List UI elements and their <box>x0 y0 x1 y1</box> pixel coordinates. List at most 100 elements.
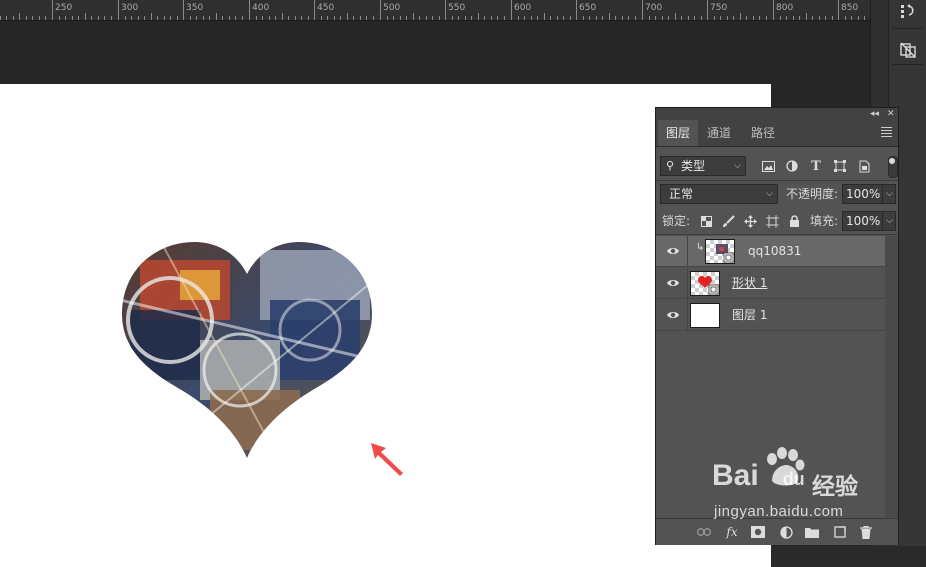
ruler-minor-tick <box>799 16 800 20</box>
ruler-minor-tick <box>177 16 178 20</box>
tab-paths[interactable]: 路径 <box>744 120 782 146</box>
lock-position-icon[interactable] <box>742 213 758 229</box>
filter-shape-icon[interactable] <box>832 158 848 174</box>
opacity-field[interactable]: 100% ⌵ <box>842 184 896 204</box>
ruler-minor-tick <box>413 13 414 20</box>
blend-mode-select[interactable]: 正常 ⌵ <box>660 184 778 204</box>
filter-type-icon[interactable]: T <box>808 158 824 174</box>
ruler-minor-tick <box>733 16 734 20</box>
layer-row-qq10831[interactable]: ↳ qq10831 <box>656 236 885 267</box>
ruler-major-tick <box>445 0 446 20</box>
ruler-tick-label: 500 <box>383 3 401 13</box>
ruler-minor-tick <box>491 16 492 20</box>
fill-field[interactable]: 100% ⌵ <box>842 211 896 231</box>
lock-image-pixels-icon[interactable] <box>720 213 736 229</box>
ruler-minor-tick <box>19 13 20 20</box>
layer-row-shape-1[interactable]: 形状 1 <box>656 268 885 299</box>
filter-toggle-switch[interactable] <box>888 156 898 178</box>
ruler-minor-tick <box>602 16 603 20</box>
ruler-minor-tick <box>387 16 388 20</box>
lock-transparent-pixels-icon[interactable] <box>698 213 714 229</box>
ruler-minor-tick <box>0 16 1 20</box>
ruler-minor-tick <box>144 16 145 20</box>
filter-pixel-icon[interactable] <box>760 158 776 174</box>
baidu-jingyan-watermark: Bai du 经验 jingyan.baidu.com <box>708 447 888 527</box>
layer-name[interactable]: qq10831 <box>748 236 801 267</box>
ruler-minor-tick <box>32 16 33 20</box>
ruler-minor-tick <box>497 16 498 20</box>
tab-channels[interactable]: 通道 <box>700 120 738 146</box>
ruler-minor-tick <box>563 16 564 20</box>
ruler-minor-tick <box>832 16 833 20</box>
ruler-minor-tick <box>340 16 341 20</box>
fill-value: 100% <box>846 214 881 228</box>
ruler-minor-tick <box>759 16 760 20</box>
panel-tabs: 图层 通道 路径 <box>656 120 898 147</box>
layer-row-layer-1[interactable]: 图层 1 <box>656 300 885 331</box>
ruler-minor-tick <box>812 16 813 20</box>
history-panel-button[interactable] <box>895 0 921 24</box>
panel-menu-icon[interactable] <box>881 127 892 139</box>
ruler-minor-tick <box>373 16 374 20</box>
properties-icon <box>900 42 916 58</box>
eye-icon[interactable] <box>666 244 680 258</box>
watermark-brand-du: du <box>782 469 805 489</box>
filter-smart-object-icon[interactable] <box>856 158 872 174</box>
chevron-down-icon: ⌵ <box>766 189 773 199</box>
layer-filter-kind-select[interactable]: ⚲ 类型 ⌵ <box>660 156 746 176</box>
ruler-minor-tick <box>694 16 695 20</box>
layer-name[interactable]: 形状 1 <box>732 268 767 299</box>
layer-name[interactable]: 图层 1 <box>732 300 767 331</box>
ruler-major-tick <box>380 0 381 20</box>
ruler-minor-tick <box>151 13 152 20</box>
strip-separator <box>893 64 923 65</box>
ruler-tick-label: 700 <box>645 3 663 13</box>
ruler-minor-tick <box>6 16 7 20</box>
ruler-tick-label: 850 <box>841 3 859 13</box>
ruler-tick-label: 550 <box>448 3 466 13</box>
ruler-minor-tick <box>216 13 217 20</box>
ruler-minor-tick <box>596 16 597 20</box>
ruler-minor-tick <box>478 13 479 20</box>
watermark-brand-cn: 经验 <box>812 474 858 500</box>
filter-adjustment-icon[interactable] <box>784 158 800 174</box>
ruler-minor-tick <box>537 16 538 20</box>
eye-icon[interactable] <box>666 308 680 322</box>
ruler-minor-tick <box>269 16 270 20</box>
ruler-minor-tick <box>471 16 472 20</box>
ruler-minor-tick <box>111 16 112 20</box>
ruler-minor-tick <box>157 16 158 20</box>
ruler-tick-label: 750 <box>710 3 728 13</box>
ruler-minor-tick <box>360 16 361 20</box>
ruler-minor-tick <box>353 16 354 20</box>
ruler-minor-tick <box>714 16 715 20</box>
ruler-minor-tick <box>780 16 781 20</box>
ruler-major-tick <box>511 0 512 20</box>
ruler-minor-tick <box>570 16 571 20</box>
ruler-minor-tick <box>615 16 616 20</box>
opacity-label: 不透明度: <box>786 187 839 201</box>
ruler-minor-tick <box>78 16 79 20</box>
ruler-minor-tick <box>282 13 283 20</box>
ruler-minor-tick <box>347 13 348 20</box>
ruler-minor-tick <box>275 16 276 20</box>
ruler-minor-tick <box>59 16 60 20</box>
ruler-minor-tick <box>825 16 826 20</box>
lock-all-icon[interactable] <box>786 213 802 229</box>
ruler-tick-label: 450 <box>317 3 335 13</box>
visibility-column-separator <box>687 268 688 299</box>
ruler-minor-tick <box>518 16 519 20</box>
properties-panel-button[interactable] <box>895 38 921 62</box>
lock-artboard-icon[interactable] <box>764 213 780 229</box>
ruler-minor-tick <box>288 16 289 20</box>
annotation-arrow-icon <box>371 443 403 476</box>
collapse-panel-icon[interactable]: ◂◂ <box>870 108 879 120</box>
tab-layers[interactable]: 图层 <box>658 120 698 146</box>
ruler-minor-tick <box>406 16 407 20</box>
layer-thumbnail <box>690 303 720 328</box>
ruler-minor-tick <box>308 16 309 20</box>
history-icon <box>901 4 914 18</box>
ruler-major-tick <box>118 0 119 20</box>
eye-icon[interactable] <box>666 276 680 290</box>
close-panel-icon[interactable]: ✕ <box>887 108 895 120</box>
